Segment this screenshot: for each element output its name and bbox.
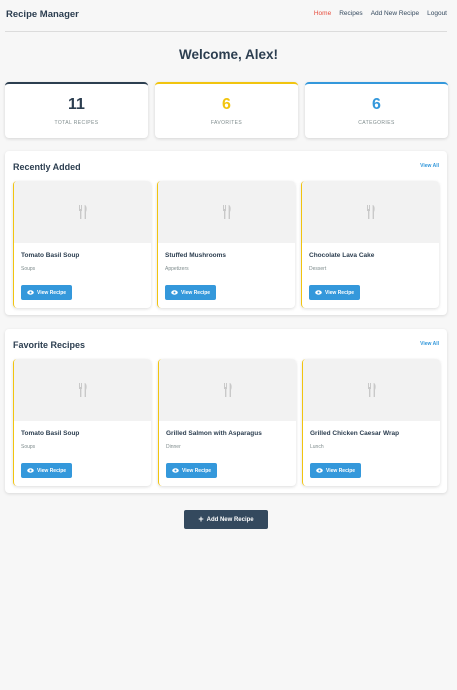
recipe-category: Soups [21,266,36,272]
stat-total-recipes: 11 TOTAL RECIPES [5,82,148,138]
recipe-name: Grilled Chicken Caesar Wrap [310,430,400,437]
stat-label: CATEGORIES [358,120,395,126]
stat-categories: 6 CATEGORIES [305,82,448,138]
nav-add-recipe[interactable]: Add New Recipe [371,10,419,17]
recipe-category: Dessert [309,266,327,272]
utensils-icon [78,383,87,397]
recipe-image-placeholder [302,181,439,243]
view-recipe-label: View Recipe [182,467,212,474]
recipe-card: Grilled Salmon with Asparagus Dinner Vie… [158,359,296,486]
view-recipe-label: View Recipe [181,289,211,296]
brand-title: Recipe Manager [6,9,79,20]
eye-icon [315,290,322,295]
stat-label: TOTAL RECIPES [54,120,99,126]
recipe-card: Tomato Basil Soup Soups View Recipe [13,359,151,486]
utensils-icon [366,205,375,219]
nav-logout[interactable]: Logout [427,10,447,17]
recipe-image-placeholder [14,181,151,243]
eye-icon [172,468,179,473]
utensils-icon [222,205,231,219]
stat-value: 11 [68,96,85,113]
top-header: Recipe Manager Home Recipes Add New Reci… [5,0,447,32]
nav-recipes[interactable]: Recipes [339,10,362,17]
recipe-name: Chocolate Lava Cake [309,252,375,259]
view-all-favorites-link[interactable]: View All [420,341,439,347]
recipe-category: Dinner [166,444,181,450]
recipe-image-placeholder [159,359,296,421]
recipe-category: Lunch [310,444,324,450]
stat-label: FAVORITES [210,120,243,126]
view-recipe-button[interactable]: View Recipe [166,463,218,478]
section-title: Favorite Recipes [13,340,86,350]
eye-icon [27,290,34,295]
view-recipe-label: View Recipe [37,289,67,296]
stat-value: 6 [222,96,231,113]
view-recipe-button[interactable]: View Recipe [165,285,217,300]
stat-favorites: 6 FAVORITES [155,82,298,138]
recipe-image-placeholder [14,359,151,421]
eye-icon [27,468,34,473]
main-nav: Home Recipes Add New Recipe Logout [314,10,447,17]
view-recipe-button[interactable]: View Recipe [21,285,73,300]
view-recipe-button[interactable]: View Recipe [309,285,361,300]
recipe-card: Chocolate Lava Cake Dessert View Recipe [301,181,439,308]
eye-icon [316,468,323,473]
view-recipe-button[interactable]: View Recipe [21,463,73,478]
favorite-recipes-section: Favorite Recipes View All Tomato Basil S… [5,329,447,493]
view-recipe-button[interactable]: View Recipe [310,463,362,478]
recipe-name: Tomato Basil Soup [21,252,80,259]
recently-added-section: Recently Added View All Tomato Basil Sou… [5,151,447,315]
recipe-image-placeholder [303,359,440,421]
stat-value: 6 [372,96,381,113]
utensils-icon [367,383,376,397]
recipe-category: Appetizers [165,266,189,272]
add-new-recipe-button[interactable]: + Add New Recipe [184,510,268,529]
recipe-card: Grilled Chicken Caesar Wrap Lunch View R… [302,359,440,486]
recipe-name: Stuffed Mushrooms [165,252,227,259]
recipe-category: Soups [21,444,36,450]
nav-home[interactable]: Home [314,10,331,17]
eye-icon [171,290,178,295]
view-recipe-label: View Recipe [326,467,356,474]
utensils-icon [223,383,232,397]
plus-icon: + [198,514,204,524]
welcome-heading: Welcome, Alex! [178,47,279,62]
recipe-card: Tomato Basil Soup Soups View Recipe [13,181,151,308]
section-title: Recently Added [13,162,81,172]
recipe-card: Stuffed Mushrooms Appetizers View Recipe [157,181,295,308]
utensils-icon [78,205,87,219]
view-recipe-label: View Recipe [37,467,67,474]
recipe-name: Tomato Basil Soup [21,430,80,437]
add-new-recipe-label: Add New Recipe [206,516,254,523]
view-recipe-label: View Recipe [325,289,355,296]
recipe-image-placeholder [158,181,295,243]
view-all-recent-link[interactable]: View All [420,163,439,169]
recipe-name: Grilled Salmon with Asparagus [166,430,262,437]
